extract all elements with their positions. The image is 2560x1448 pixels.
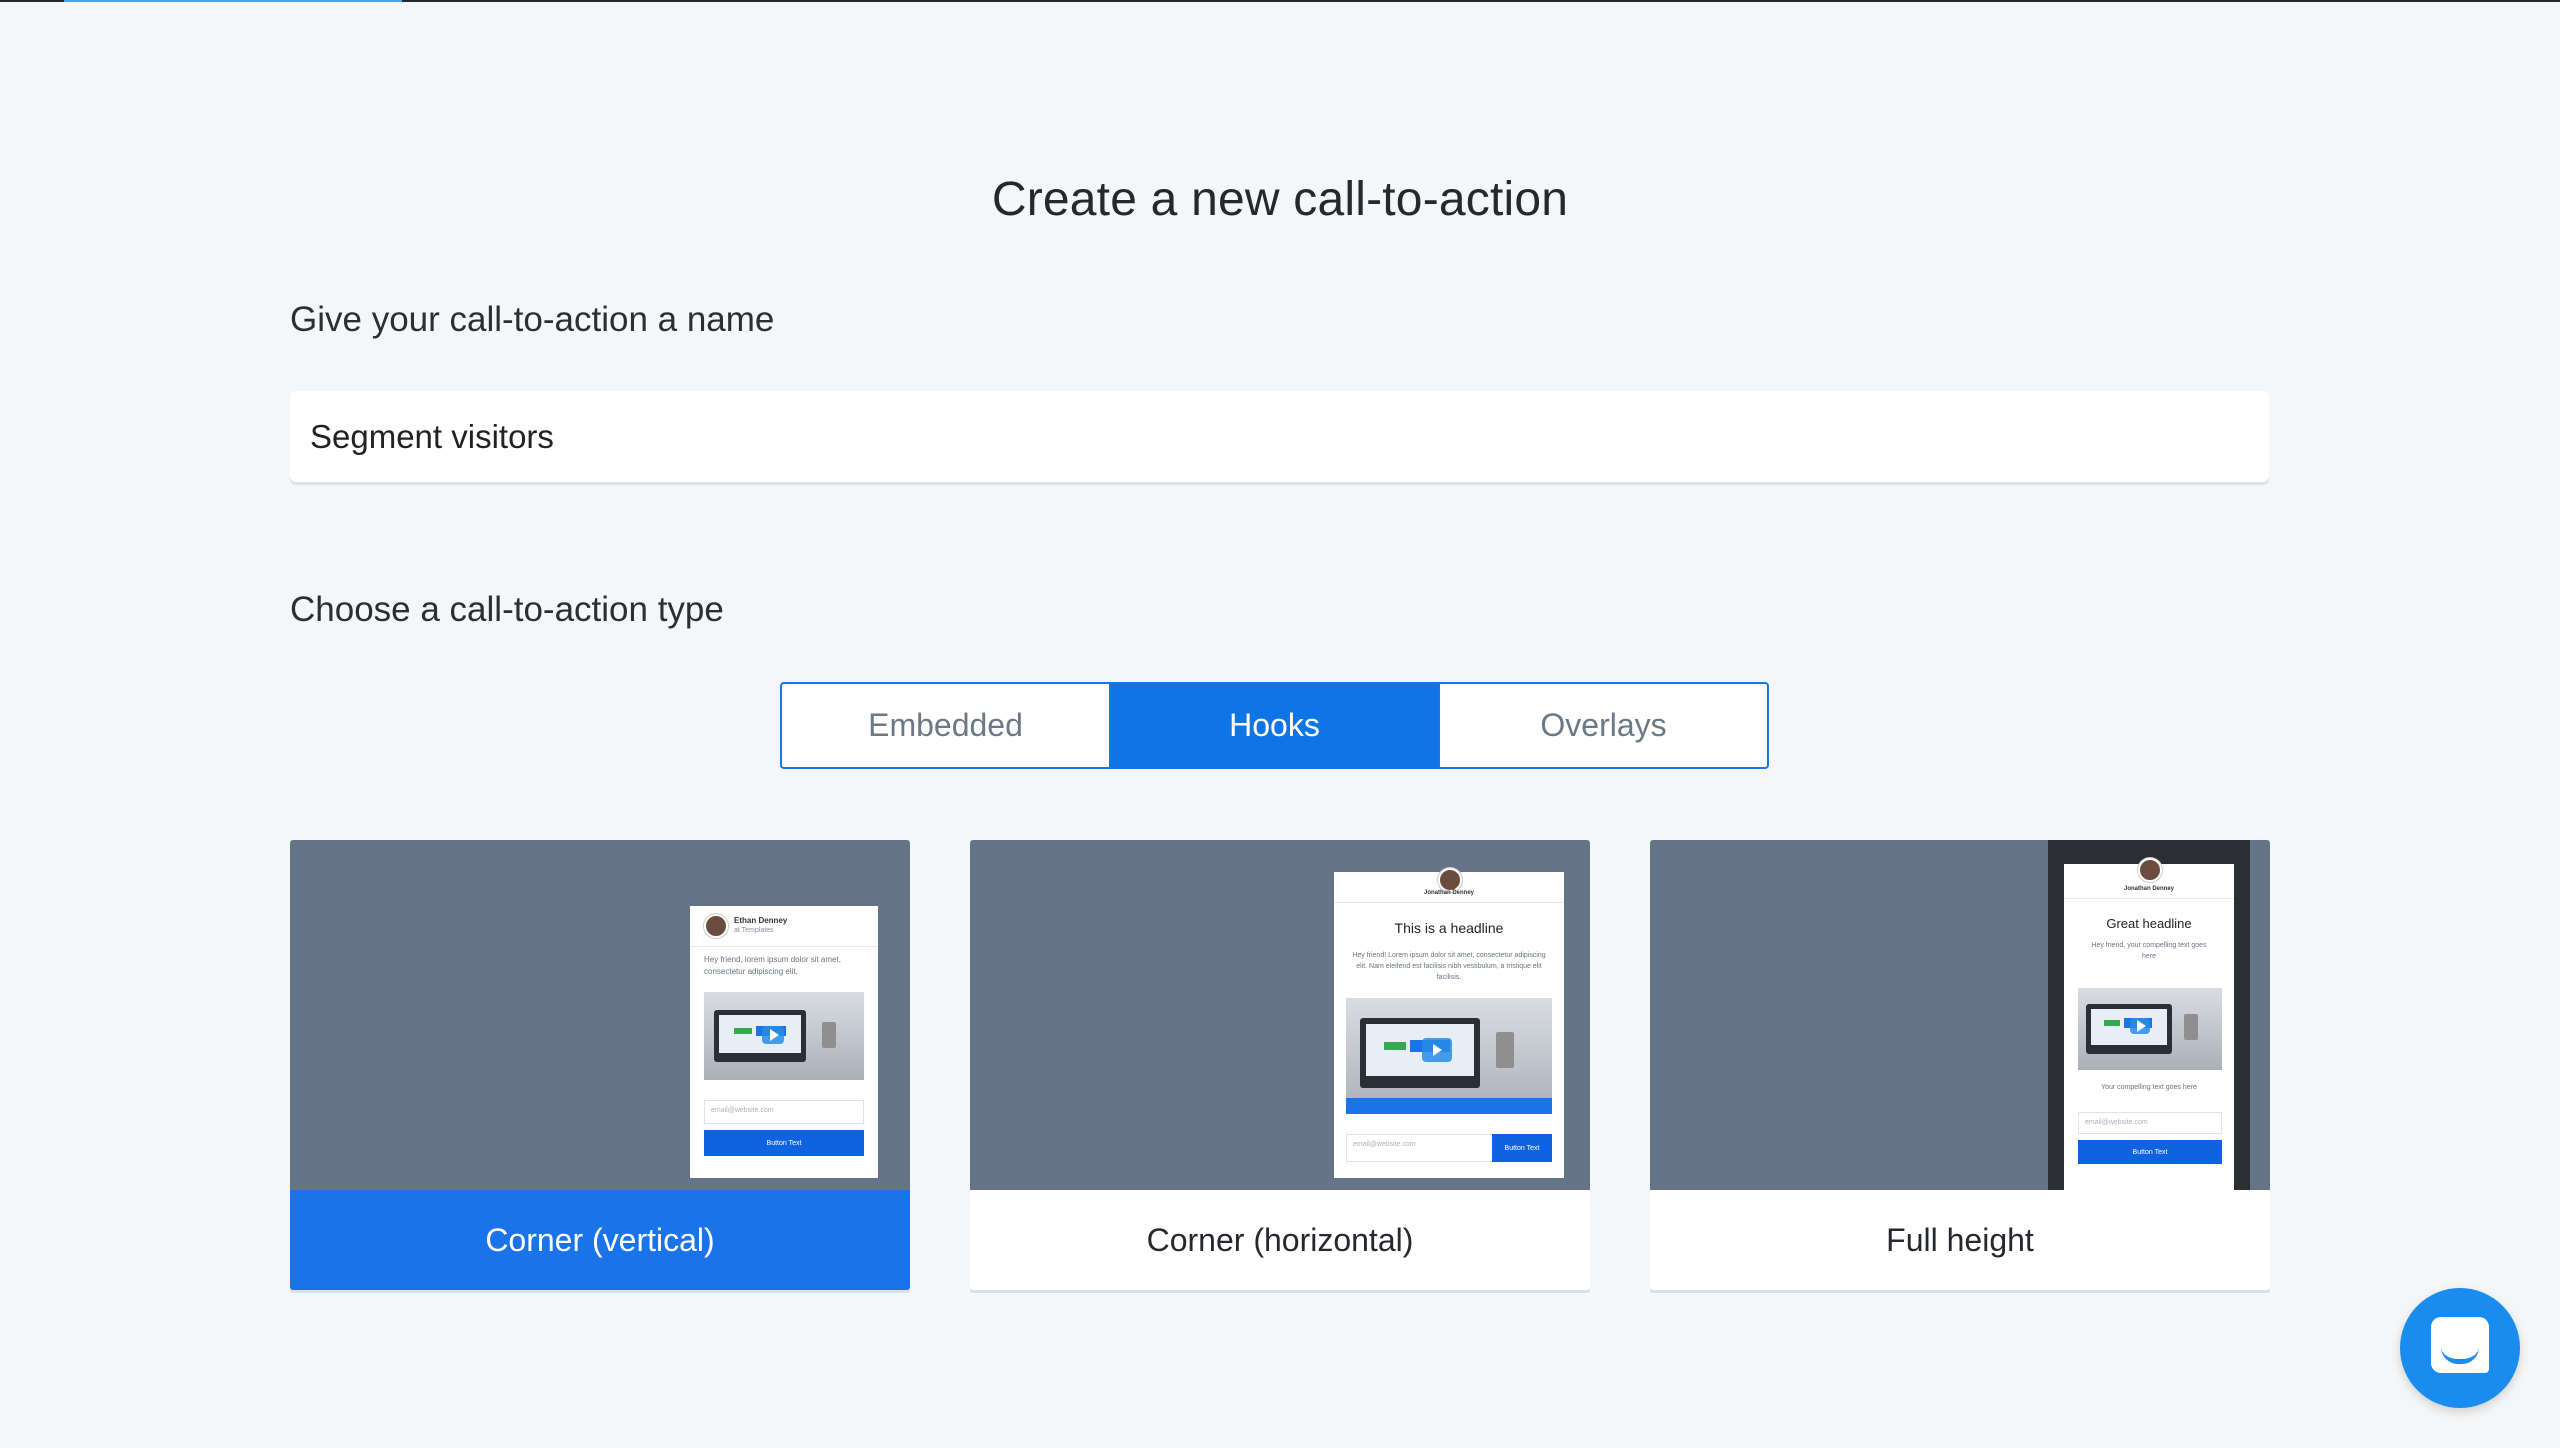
card-full-height[interactable]: Jonathan Denney Great headline Hey frien… [1650,840,2270,1290]
type-label: Choose a call-to-action type [290,590,724,629]
mock-subtitle: at Templates [734,927,774,934]
cta-name-input[interactable] [290,391,2269,482]
card-preview: Jonathan Denney Great headline Hey frien… [1650,840,2270,1190]
mock-email-field: email@website.com [1346,1134,1494,1162]
mock-image [1346,998,1552,1114]
mock-button: Button Text [1492,1134,1552,1162]
card-preview: Jonathan Denney This is a headline Hey f… [970,840,1590,1190]
mock-headline: Great headline [2106,916,2192,931]
avatar [704,914,728,938]
tab-hooks[interactable]: Hooks [1109,684,1438,767]
card-label: Corner (vertical) [290,1190,910,1290]
divider [690,946,878,947]
card-corner-vertical[interactable]: Ethan Denney at Templates Hey friend, lo… [290,840,910,1290]
preview-mock-widget: Jonathan Denney This is a headline Hey f… [1334,868,1564,1178]
avatar [1438,868,1462,892]
preview-mock-widget: Jonathan Denney Great headline Hey frien… [2064,858,2234,1190]
mock-email-field: email@website.com [2078,1112,2222,1134]
mock-body-secondary: Your compelling text goes here [2101,1084,2197,1091]
divider [2064,898,2234,899]
card-preview: Ethan Denney at Templates Hey friend, lo… [290,840,910,1190]
mock-name: Jonathan Denney [2123,886,2174,892]
mock-headline: This is a headline [1394,920,1504,936]
preview-mock-widget: Ethan Denney at Templates Hey friend, lo… [690,906,878,1178]
top-bar [0,0,2560,2]
mock-button: Button Text [704,1130,864,1156]
mock-image [704,992,864,1080]
tab-overlays[interactable]: Overlays [1438,684,1767,767]
page-title: Create a new call-to-action [991,173,1569,226]
mock-image [2078,988,2222,1070]
card-label: Full height [1886,1221,2034,1258]
tab-embedded[interactable]: Embedded [782,684,1109,767]
mock-button: Button Text [2078,1140,2222,1164]
mock-body: Hey friend, lorem ipsum dolor sit amet, … [704,955,841,976]
mock-body: Hey friend, your compelling text goes he… [2091,942,2207,960]
chat-bubble-icon [2431,1317,2489,1373]
chat-widget-button[interactable] [2400,1288,2520,1408]
card-label: Corner (horizontal) [1146,1221,1414,1258]
mock-body: Hey friend! Lorem ipsum dolor sit amet, … [1352,952,1546,981]
top-progress-indicator [64,0,402,2]
divider [1334,902,1564,903]
cta-type-tabs: Embedded Hooks Overlays [780,682,1769,769]
mock-email-field: email@website.com [704,1100,864,1124]
mock-name: Jonathan Denney [1423,890,1474,896]
card-corner-horizontal[interactable]: Jonathan Denney This is a headline Hey f… [970,840,1590,1290]
mock-name: Ethan Denney [734,916,788,925]
name-label: Give your call-to-action a name [290,300,775,339]
avatar [2138,858,2162,882]
